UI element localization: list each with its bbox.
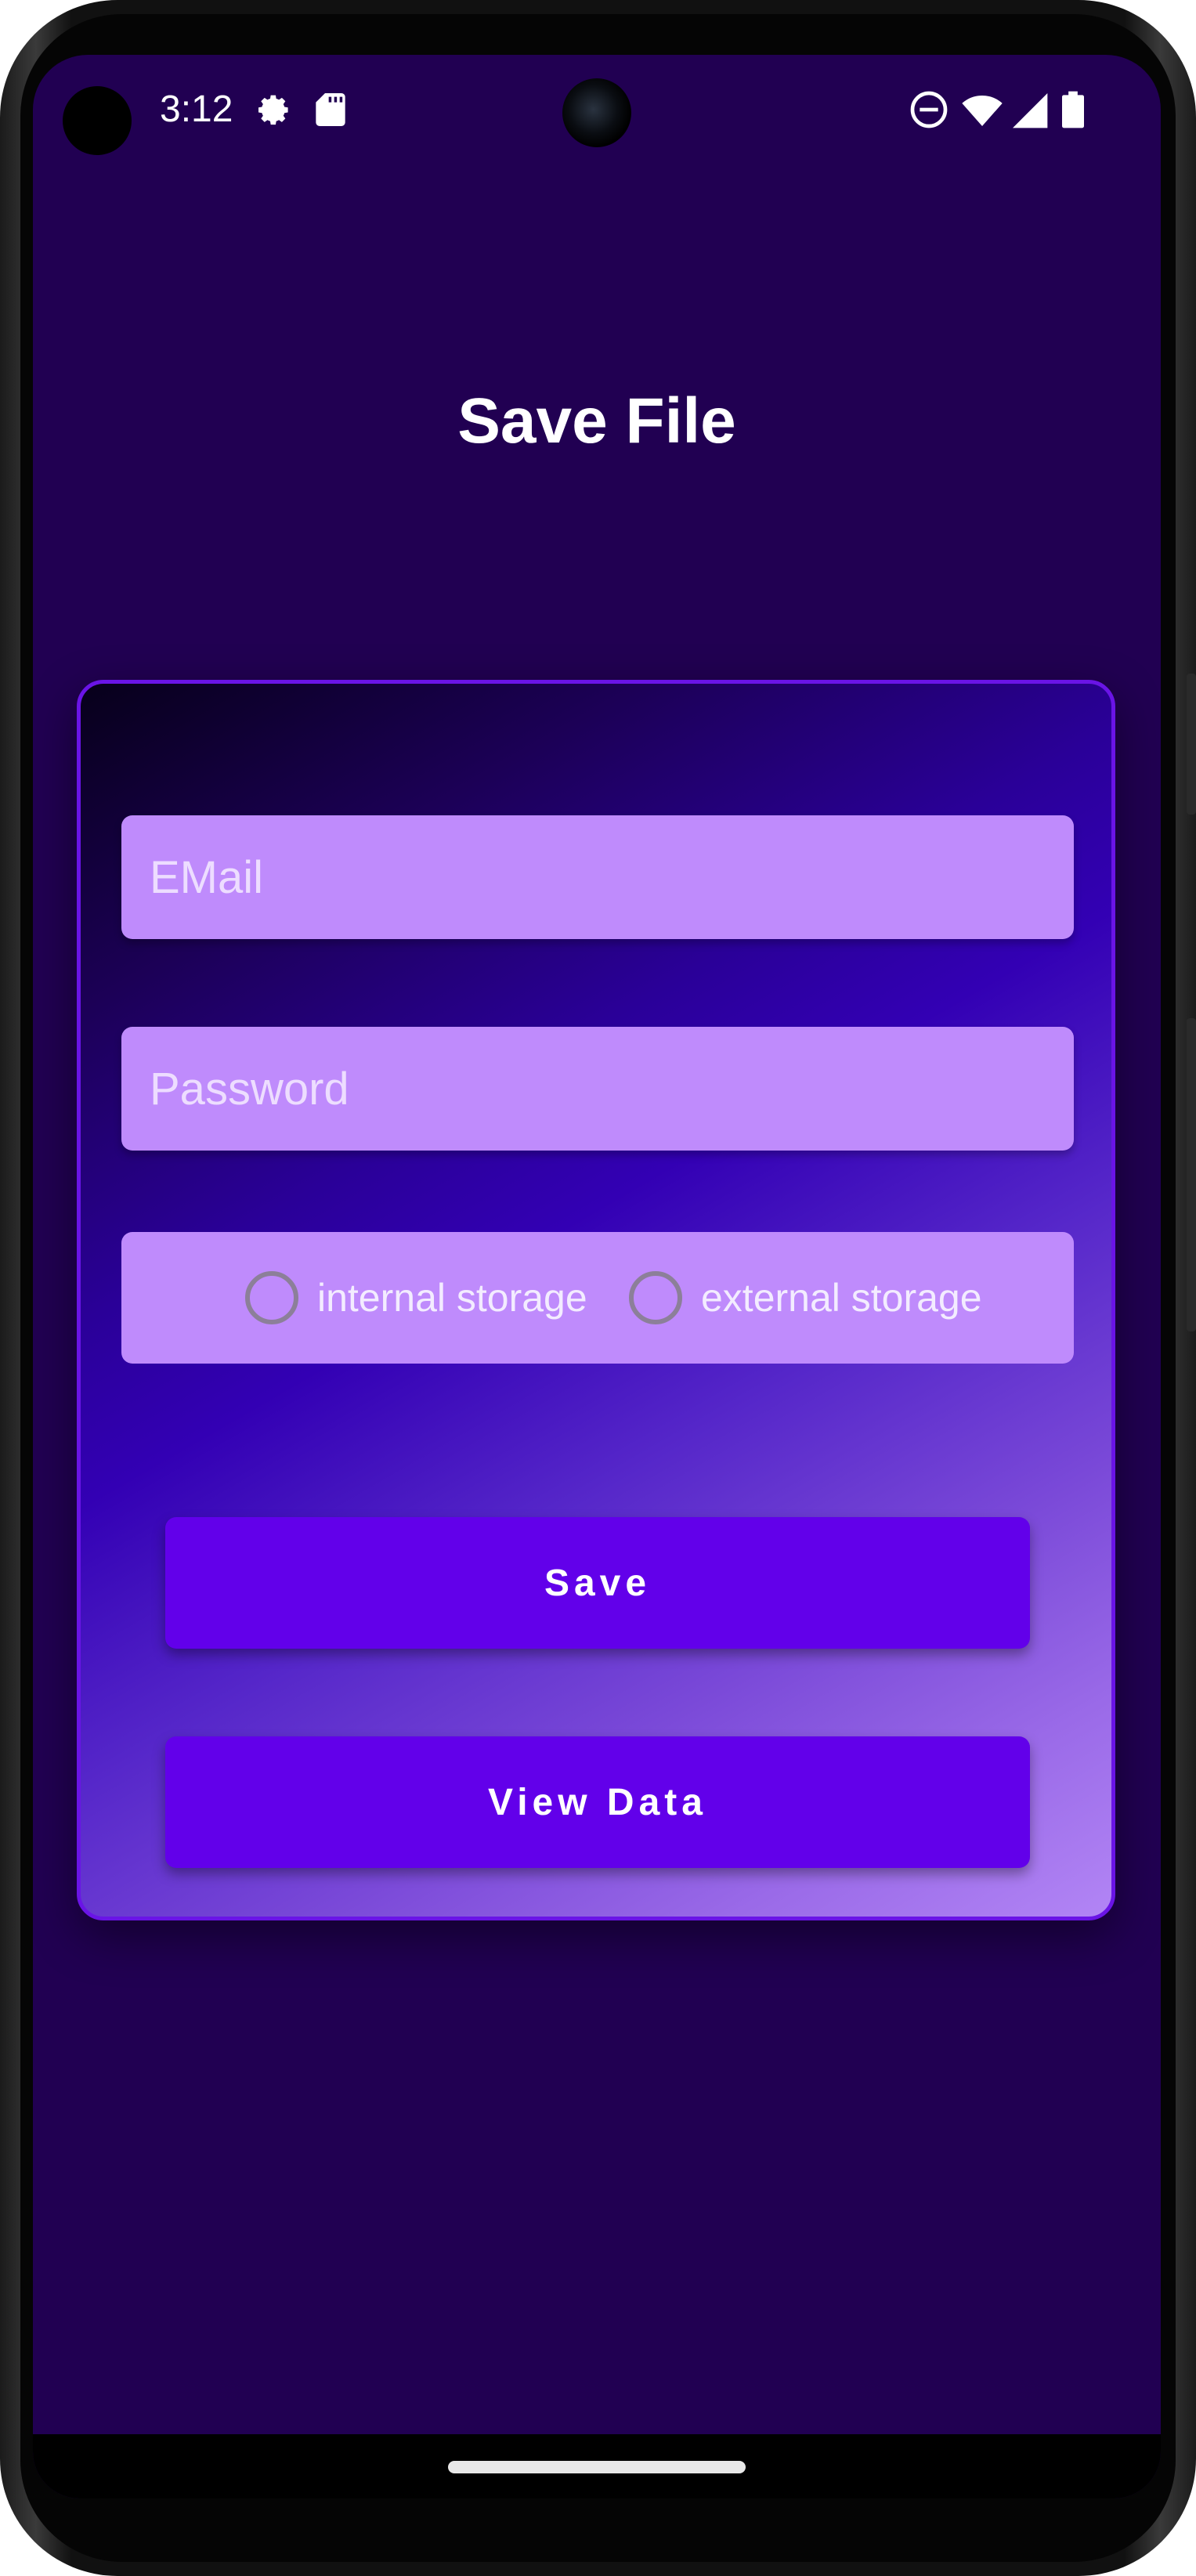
cell-signal-icon <box>1013 93 1048 128</box>
form-card: internal storage external storage Save V… <box>77 680 1115 1920</box>
save-button[interactable]: Save <box>165 1517 1030 1649</box>
front-sensor <box>63 86 132 155</box>
radio-button-external[interactable] <box>629 1271 682 1324</box>
sd-card-icon <box>316 93 345 126</box>
wifi-icon <box>962 96 1003 126</box>
navigation-bar <box>33 2434 1161 2498</box>
password-input[interactable] <box>121 1027 1074 1151</box>
view-data-button[interactable]: View Data <box>165 1736 1030 1868</box>
gear-icon <box>258 95 288 125</box>
radio-label-external: external storage <box>701 1276 982 1320</box>
email-input[interactable] <box>121 815 1074 939</box>
radio-button-internal[interactable] <box>245 1271 298 1324</box>
radio-external-storage[interactable]: external storage <box>629 1268 982 1328</box>
home-gesture-handle[interactable] <box>448 2461 746 2473</box>
radio-internal-storage[interactable]: internal storage <box>245 1268 587 1328</box>
radio-label-internal: internal storage <box>317 1276 587 1320</box>
status-bar: 3:12 <box>33 55 1161 164</box>
battery-icon <box>1062 91 1084 128</box>
status-time: 3:12 <box>160 89 233 130</box>
camera-punch-hole <box>562 78 631 147</box>
page-title: Save File <box>457 385 736 457</box>
power-button <box>1187 1018 1196 1331</box>
storage-radio-group: internal storage external storage <box>121 1232 1074 1364</box>
do-not-disturb-icon <box>910 91 948 128</box>
device-frame: 3:12 Save File EMail internal storage ex… <box>0 0 1196 2576</box>
screen: 3:12 Save File EMail internal storage ex… <box>33 55 1161 2498</box>
volume-button <box>1187 674 1196 815</box>
